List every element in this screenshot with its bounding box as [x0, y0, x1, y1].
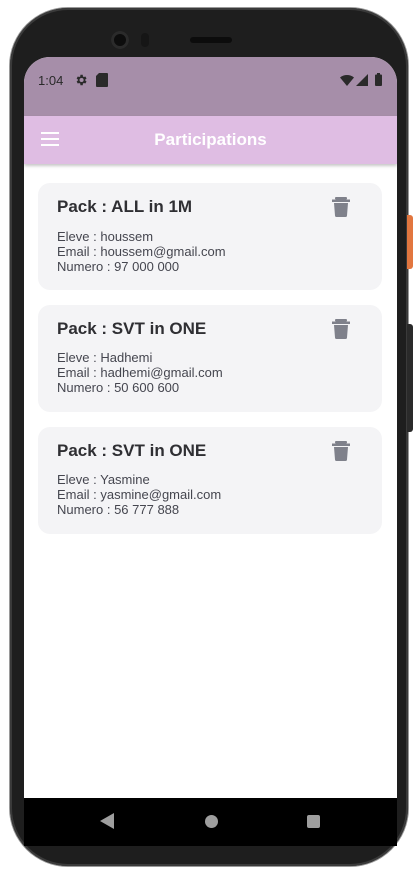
app-screen: 1:04 Participations Pack : ALL in 1M Ele…	[24, 57, 397, 798]
trash-icon[interactable]	[332, 197, 350, 217]
volume-button	[407, 324, 413, 432]
card-title: Pack : SVT in ONE	[57, 441, 207, 460]
status-time: 1:04	[38, 73, 64, 88]
card-email: Email : houssem@gmail.com	[57, 244, 226, 259]
card-eleve: Eleve : houssem	[57, 229, 154, 244]
trash-icon[interactable]	[332, 319, 350, 339]
battery-icon	[375, 73, 382, 86]
gear-icon	[76, 74, 87, 86]
status-bar: 1:04	[24, 57, 397, 116]
power-button	[407, 215, 413, 269]
recents-icon[interactable]	[307, 815, 320, 828]
home-icon[interactable]	[205, 815, 218, 828]
wifi-icon	[340, 74, 354, 86]
earpiece-speaker	[190, 37, 232, 43]
card-email: Email : hadhemi@gmail.com	[57, 365, 223, 380]
participation-card[interactable]: Pack : SVT in ONE Eleve : Hadhemi Email …	[38, 305, 382, 412]
card-numero: Numero : 50 600 600	[57, 380, 180, 395]
sd-card-icon	[96, 73, 108, 87]
card-eleve: Eleve : Yasmine	[57, 472, 150, 487]
navigation-bar	[24, 798, 397, 846]
card-title: Pack : SVT in ONE	[57, 319, 207, 338]
card-numero: Numero : 56 777 888	[57, 502, 180, 517]
card-numero: Numero : 97 000 000	[57, 259, 180, 274]
back-icon[interactable]	[100, 813, 114, 829]
card-eleve: Eleve : Hadhemi	[57, 350, 153, 365]
trash-icon[interactable]	[332, 441, 350, 461]
signal-icon	[356, 74, 368, 86]
card-title: Pack : ALL in 1M	[57, 197, 193, 216]
camera-sensor	[141, 33, 149, 47]
card-email: Email : yasmine@gmail.com	[57, 487, 222, 502]
page-title: Participations	[154, 130, 267, 149]
participation-card[interactable]: Pack : ALL in 1M Eleve : houssem Email :…	[38, 183, 382, 290]
participation-card[interactable]: Pack : SVT in ONE Eleve : Yasmine Email …	[38, 427, 382, 534]
app-bar: Participations	[24, 116, 397, 164]
front-camera	[111, 31, 129, 49]
